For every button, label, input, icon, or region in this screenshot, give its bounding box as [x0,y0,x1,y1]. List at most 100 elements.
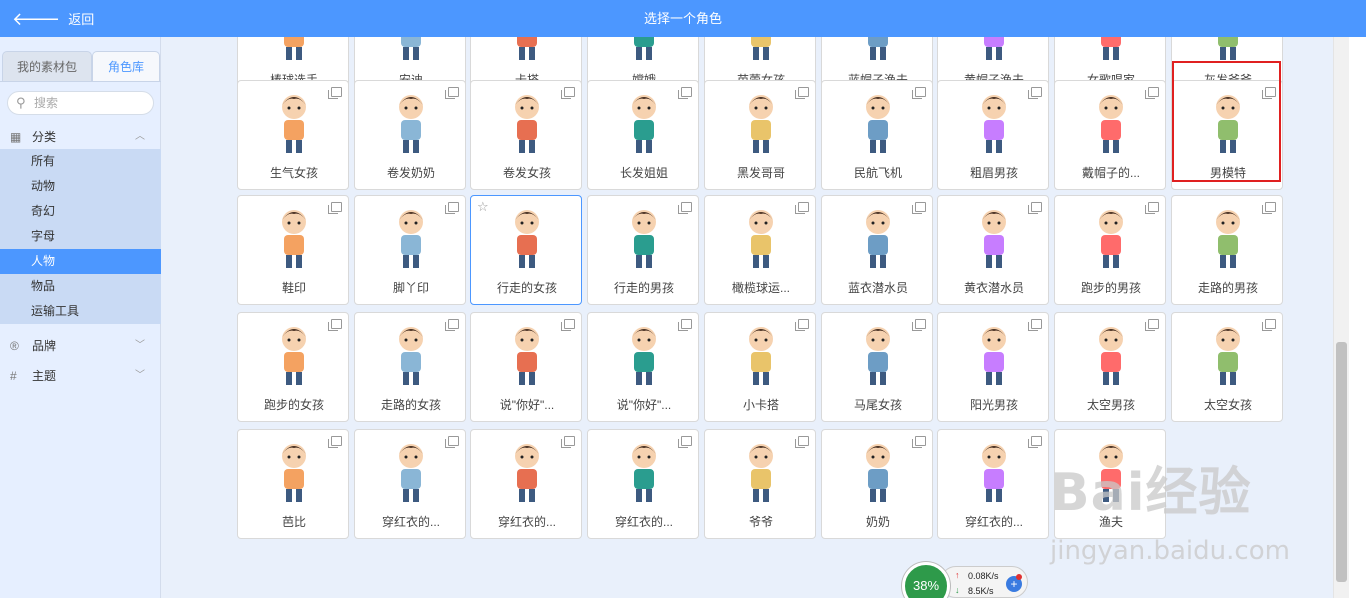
copy-icon[interactable] [445,202,459,214]
character-card[interactable]: 卷发女孩 [470,80,582,190]
search-input[interactable] [34,96,144,110]
character-card[interactable]: 渔夫 [1054,429,1166,539]
character-thumbnail [282,327,306,385]
character-label: 穿红衣的... [497,515,556,529]
character-card[interactable]: 太空男孩 [1054,312,1166,422]
copy-icon[interactable] [561,436,575,448]
character-grid: 棒球选手安迪卡搭嫦娥芭蕾女孩蓝帽子渔夫黄帽子渔夫女歌唱家灰发爷爷生气女孩卷发奶奶… [161,37,1333,598]
copy-icon[interactable] [1028,319,1042,331]
network-speed-widget[interactable]: 38% ↑ 0.08K/s ↓ 8.5K/s + [900,562,1030,598]
copy-icon[interactable] [912,87,926,99]
character-card[interactable]: 卷发奶奶 [354,80,466,190]
character-card[interactable]: 民航飞机 [821,80,933,190]
character-thumbnail [515,444,539,502]
copy-icon[interactable] [912,202,926,214]
copy-icon[interactable] [1145,87,1159,99]
copy-icon[interactable] [1262,87,1276,99]
copy-icon[interactable] [328,87,342,99]
character-card[interactable]: 太空女孩 [1171,312,1283,422]
subcategory-fantasy[interactable]: 奇幻 [0,199,161,224]
character-label: 芭比 [281,515,306,529]
character-card[interactable]: 戴帽子的... [1054,80,1166,190]
subcategory-items[interactable]: 物品 [0,274,161,299]
copy-icon[interactable] [912,319,926,331]
copy-icon[interactable] [1262,202,1276,214]
character-card[interactable]: 走路的男孩 [1171,195,1283,305]
character-card[interactable]: 跑步的女孩 [237,312,349,422]
character-card[interactable]: 爷爷 [704,429,816,539]
copy-icon[interactable] [678,87,692,99]
copy-icon[interactable] [445,319,459,331]
character-thumbnail [1099,210,1123,268]
copy-icon[interactable] [795,87,809,99]
character-card[interactable]: 鞋印 [237,195,349,305]
copy-icon[interactable] [1145,319,1159,331]
copy-icon[interactable] [795,202,809,214]
subcategory-all[interactable]: 所有 [0,149,161,174]
copy-icon[interactable] [328,202,342,214]
character-card[interactable]: 橄榄球运... [704,195,816,305]
category-group-brand[interactable]: ® 品牌 ﹀ [0,333,161,359]
category-group-classification[interactable]: ▦ 分类 ︿ [0,124,161,150]
character-card[interactable]: 黑发哥哥 [704,80,816,190]
subcategory-people[interactable]: 人物 [0,249,161,274]
favorite-star-icon[interactable]: ☆ [477,199,489,215]
copy-icon[interactable] [328,436,342,448]
character-card[interactable]: 阳光男孩 [937,312,1049,422]
character-label: 行走的女孩 [496,281,557,295]
copy-icon[interactable] [1028,436,1042,448]
character-card[interactable]: 长发姐姐 [587,80,699,190]
character-card[interactable]: 粗眉男孩 [937,80,1049,190]
character-card[interactable]: 芭比 [237,429,349,539]
copy-icon[interactable] [678,202,692,214]
character-card[interactable]: 马尾女孩 [821,312,933,422]
character-card[interactable]: ☆ 行走的女孩 [470,195,582,305]
copy-icon[interactable] [678,319,692,331]
character-label: 黑发哥哥 [736,166,785,180]
character-card[interactable]: 穿红衣的... [937,429,1049,539]
subcategory-animals[interactable]: 动物 [0,174,161,199]
scrollbar[interactable] [1333,37,1349,598]
copy-icon[interactable] [1028,87,1042,99]
copy-icon[interactable] [795,319,809,331]
copy-icon[interactable] [445,436,459,448]
subcategory-letters[interactable]: 字母 [0,224,161,249]
character-card[interactable]: 男模特 [1171,80,1283,190]
character-card[interactable]: 说"你好"... [587,312,699,422]
copy-icon[interactable] [678,436,692,448]
back-button[interactable]: 🡐 返回 [12,0,94,37]
copy-icon[interactable] [561,87,575,99]
character-card[interactable]: 蓝衣潜水员 [821,195,933,305]
character-card[interactable]: 说"你好"... [470,312,582,422]
character-card[interactable]: 小卡搭 [704,312,816,422]
character-label: 说"你好"... [616,398,672,412]
copy-icon[interactable] [328,319,342,331]
copy-icon[interactable] [912,436,926,448]
character-label: 蓝衣潜水员 [847,281,908,295]
category-group-theme[interactable]: # 主题 ﹀ [0,363,161,389]
character-card[interactable]: 黄衣潜水员 [937,195,1049,305]
character-card[interactable]: 穿红衣的... [354,429,466,539]
copy-icon[interactable] [445,87,459,99]
tab-my-assets[interactable]: 我的素材包 [2,51,92,81]
character-card[interactable]: 走路的女孩 [354,312,466,422]
copy-icon[interactable] [1262,319,1276,331]
character-card[interactable]: 生气女孩 [237,80,349,190]
character-thumbnail [632,327,656,385]
character-thumbnail [399,210,423,268]
character-card[interactable]: 脚丫印 [354,195,466,305]
copy-icon[interactable] [795,436,809,448]
character-card[interactable]: 行走的男孩 [587,195,699,305]
character-card[interactable]: 跑步的男孩 [1054,195,1166,305]
subcategory-transport[interactable]: 运输工具 [0,299,161,324]
character-card[interactable]: 穿红衣的... [470,429,582,539]
character-card[interactable]: 奶奶 [821,429,933,539]
character-label: 生气女孩 [269,166,318,180]
copy-icon[interactable] [1028,202,1042,214]
scrollbar-thumb[interactable] [1336,342,1347,582]
copy-icon[interactable] [1145,202,1159,214]
character-card[interactable]: 穿红衣的... [587,429,699,539]
character-label: 渔夫 [1098,515,1123,529]
tab-character-library[interactable]: 角色库 [92,51,160,81]
copy-icon[interactable] [561,319,575,331]
